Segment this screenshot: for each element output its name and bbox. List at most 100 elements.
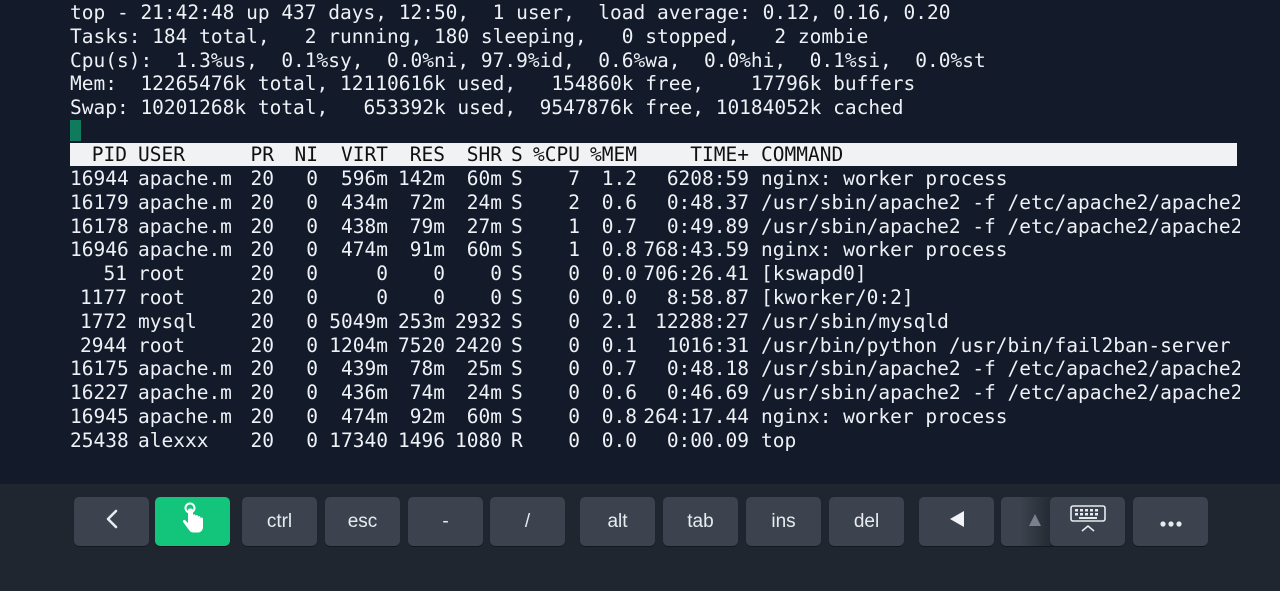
up-arrow-key[interactable] (1001, 497, 1056, 546)
process-time: 0:48.18 (666, 357, 749, 381)
process-shr: 60m (466, 238, 502, 262)
process-time: 6208:59 (666, 167, 749, 190)
process-pid: 16178 (70, 214, 129, 238)
col-header-user: USER (138, 143, 185, 166)
process-pr: 20 (250, 214, 274, 238)
process-command: nginx: worker process (761, 167, 1008, 190)
process-shr: 0 (490, 262, 502, 286)
process-cpu: 2 (568, 190, 580, 214)
process-pr: 20 (250, 309, 274, 333)
process-mem: 0.7 (601, 357, 637, 381)
process-mem: 2.1 (601, 309, 637, 333)
process-command: nginx: worker process (761, 238, 1008, 262)
del-key[interactable]: del (829, 497, 904, 546)
touch-hand-icon (180, 502, 206, 542)
process-user: apache.m (138, 238, 232, 262)
keyboard-toggle-key[interactable] (1050, 497, 1125, 546)
process-shr: 60m (466, 405, 502, 428)
process-user: apache.m (138, 357, 232, 381)
process-mem: 0.0 (601, 428, 637, 452)
process-row: 51 root 20 0 0 0 0 S 0 0.0 706:26.41 [kswapd0] (70, 262, 1240, 286)
col-header-time: TIME+ (690, 143, 749, 166)
col-header-state: S (511, 143, 523, 166)
process-time: 706:26.41 (643, 262, 749, 286)
process-virt: 596m (341, 167, 388, 190)
process-row: 16179 apache.m 20 0 434m 72m 24m S 2 0.6 0:48.37/u… (70, 191, 1240, 215)
process-user: root (138, 286, 185, 309)
col-header-shr: SHR (466, 143, 502, 166)
process-cpu: 1 (568, 238, 580, 262)
process-user: alexxx (138, 428, 209, 452)
arrow-left-icon (949, 510, 965, 534)
process-mem: 1.2 (601, 167, 637, 190)
process-res: 72m (409, 190, 445, 214)
process-mem: 0.0 (601, 286, 637, 309)
process-ni: 0 (306, 309, 318, 333)
process-virt: 17340 (329, 428, 388, 452)
process-pid: 16179 (70, 190, 129, 214)
process-shr: 2420 (455, 333, 502, 357)
process-shr: 1080 (455, 428, 502, 452)
terminal-view[interactable]: top - 21:42:48 up 437 days, 12:50, 1 use… (0, 0, 1280, 484)
process-pid: 16944 (70, 167, 129, 190)
process-virt: 0 (376, 262, 388, 286)
back-key[interactable] (74, 497, 149, 546)
process-user: apache.m (138, 405, 232, 428)
left-arrow-key[interactable] (919, 497, 994, 546)
process-pr: 20 (250, 286, 274, 309)
process-cpu: 0 (568, 405, 580, 428)
more-key[interactable] (1133, 497, 1208, 546)
process-cpu: 0 (568, 381, 580, 405)
col-header-mem: %MEM (590, 143, 637, 166)
minus-key[interactable]: - (408, 497, 483, 546)
process-ni: 0 (306, 333, 318, 357)
ctrl-key[interactable]: ctrl (242, 497, 317, 546)
process-mem: 0.7 (601, 214, 637, 238)
process-command: top (761, 428, 797, 452)
process-row: 1177 root 20 0 0 0 0 S 0 0.0 8:58.87 [kworker/0:2] (70, 286, 1240, 310)
process-user: root (138, 262, 185, 286)
ins-key[interactable]: ins (746, 497, 821, 546)
process-res: 142m (398, 167, 445, 190)
process-pr: 20 (250, 333, 274, 357)
process-ni: 0 (306, 405, 318, 428)
process-command: /usr/sbin/apache2 -f /etc/apache2/apache… (761, 190, 1240, 214)
tab-key[interactable]: tab (663, 497, 738, 546)
process-shr: 24m (466, 381, 502, 405)
process-virt: 474m (341, 238, 388, 262)
process-virt: 434m (341, 190, 388, 214)
touch-mode-key[interactable] (155, 497, 230, 546)
process-res: 92m (409, 405, 445, 428)
col-header-pr: PR (250, 143, 274, 166)
process-ni: 0 (306, 238, 318, 262)
arrow-up-icon (1028, 511, 1042, 533)
summary-swap-line: Swap: 10201268k total, 653392k used, 954… (70, 96, 904, 119)
process-time: 1016:31 (666, 333, 749, 357)
process-res: 78m (409, 357, 445, 381)
process-mem: 0.6 (601, 190, 637, 214)
col-header-cpu: %CPU (533, 143, 580, 166)
process-pr: 20 (250, 262, 274, 286)
process-command: /usr/sbin/mysqld (761, 309, 949, 333)
process-ni: 0 (306, 190, 318, 214)
process-command: nginx: worker process (761, 405, 1008, 428)
process-user: apache.m (138, 214, 232, 238)
summary-tasks-line: Tasks: 184 total, 2 running, 180 sleepin… (70, 25, 869, 48)
process-command: [kswapd0] (761, 262, 867, 286)
summary-mem-line: Mem: 12265476k total, 12110616k used, 15… (70, 72, 916, 95)
extra-keys-bar: ctrl esc - / alt tab ins del (0, 484, 1280, 591)
process-virt: 5049m (329, 309, 388, 333)
esc-key[interactable]: esc (325, 497, 400, 546)
process-pid: 16227 (70, 381, 129, 405)
slash-key[interactable]: / (490, 497, 565, 546)
process-cpu: 0 (568, 333, 580, 357)
process-command: /usr/sbin/apache2 -f /etc/apache2/apache… (761, 381, 1240, 405)
process-ni: 0 (306, 214, 318, 238)
process-res: 0 (433, 262, 445, 286)
process-ni: 0 (306, 381, 318, 405)
process-user: apache.m (138, 381, 232, 405)
process-cpu: 0 (568, 262, 580, 286)
process-res: 7520 (398, 333, 445, 357)
process-time: 0:46.69 (666, 381, 749, 405)
alt-key[interactable]: alt (580, 497, 655, 546)
